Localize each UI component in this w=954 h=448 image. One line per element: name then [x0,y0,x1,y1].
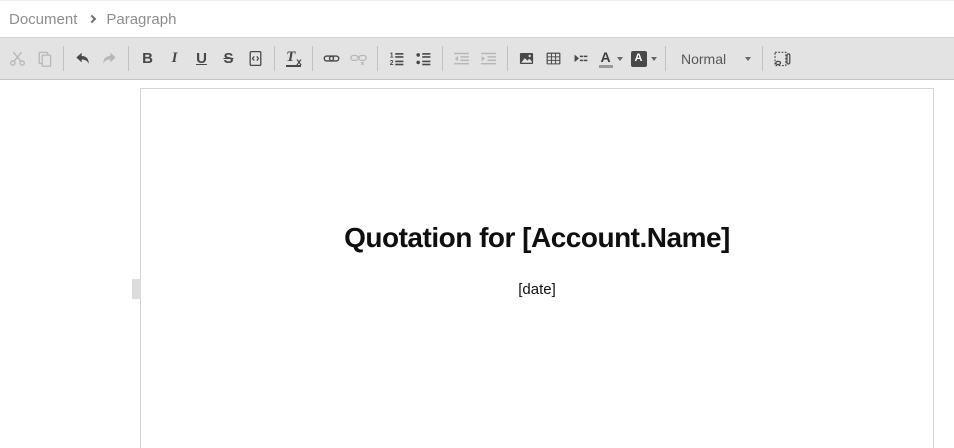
insert-image-button[interactable] [513,44,540,74]
unordered-list-icon [415,50,432,67]
scissors-icon [9,50,26,67]
increase-indent-icon [480,50,497,67]
italic-button[interactable]: I [161,44,188,74]
decrease-indent-icon [453,50,470,67]
redo-arrow-icon [101,50,118,67]
chain-link-icon [323,50,340,67]
editor-canvas: Quotation for [Account.Name] [date] [0,80,954,448]
remove-format-icon: Tx [286,50,301,67]
text-color-button[interactable]: A [594,44,627,74]
toolbar-separator [312,46,313,71]
toolbar-separator [128,46,129,71]
document-heading[interactable]: Quotation for [Account.Name] [141,222,933,254]
link-button[interactable] [318,44,345,74]
page-code-icon [247,50,264,67]
toolbar-separator [63,46,64,71]
chevron-down-icon [617,57,623,61]
broken-chain-icon [350,50,367,67]
paragraph-format-value: Normal [681,51,726,67]
breadcrumb-item-document[interactable]: Document [9,11,77,28]
underline-button[interactable]: U [188,44,215,74]
chevron-down-icon [651,57,657,61]
strikethrough-button[interactable]: S [215,44,242,74]
drag-handle[interactable] [132,279,141,299]
copy-button [31,44,58,74]
chevron-down-icon [745,57,751,61]
bulleted-list-button[interactable] [410,44,437,74]
editor-toolbar: B I U S Tx 1 2 [0,37,954,80]
triangle-dashes-icon [572,50,589,67]
background-color-button[interactable]: A [627,44,660,74]
ordered-list-icon: 1 2 [388,50,405,67]
copy-pages-icon [36,50,53,67]
underline-icon: U [196,51,207,66]
document-date-placeholder[interactable]: [date] [141,281,933,298]
text-color-icon: A [599,50,613,68]
document-page[interactable]: Quotation for [Account.Name] [date] [140,88,934,448]
svg-text:1: 1 [390,53,394,60]
numbered-list-button[interactable]: 1 2 [383,44,410,74]
breadcrumb-item-paragraph[interactable]: Paragraph [106,11,176,28]
insert-table-button[interactable] [540,44,567,74]
toolbar-separator [762,46,763,71]
undo-button[interactable] [69,44,96,74]
breadcrumb: Document Paragraph [0,0,954,37]
indent-button [475,44,502,74]
bold-button[interactable]: B [134,44,161,74]
bold-icon: B [142,51,153,66]
dotted-box-icon [773,50,791,68]
form-field-button[interactable] [768,44,795,74]
unlink-button [345,44,372,74]
chevron-right-icon [88,15,96,23]
toolbar-separator [274,46,275,71]
undo-arrow-icon [74,50,91,67]
toolbar-separator [442,46,443,71]
strikethrough-icon: S [223,51,233,66]
source-button[interactable] [242,44,269,74]
table-grid-icon [545,50,562,67]
remove-format-button[interactable]: Tx [280,44,307,74]
toolbar-separator [507,46,508,71]
redo-button [96,44,123,74]
toolbar-separator [665,46,666,71]
outdent-button [448,44,475,74]
italic-icon: I [172,51,178,66]
picture-icon [518,50,535,67]
paragraph-format-dropdown[interactable]: Normal [671,44,757,74]
cut-button [4,44,31,74]
background-color-icon: A [631,51,647,67]
insert-field-button[interactable] [567,44,594,74]
toolbar-separator [377,46,378,71]
svg-text:2: 2 [390,60,394,67]
